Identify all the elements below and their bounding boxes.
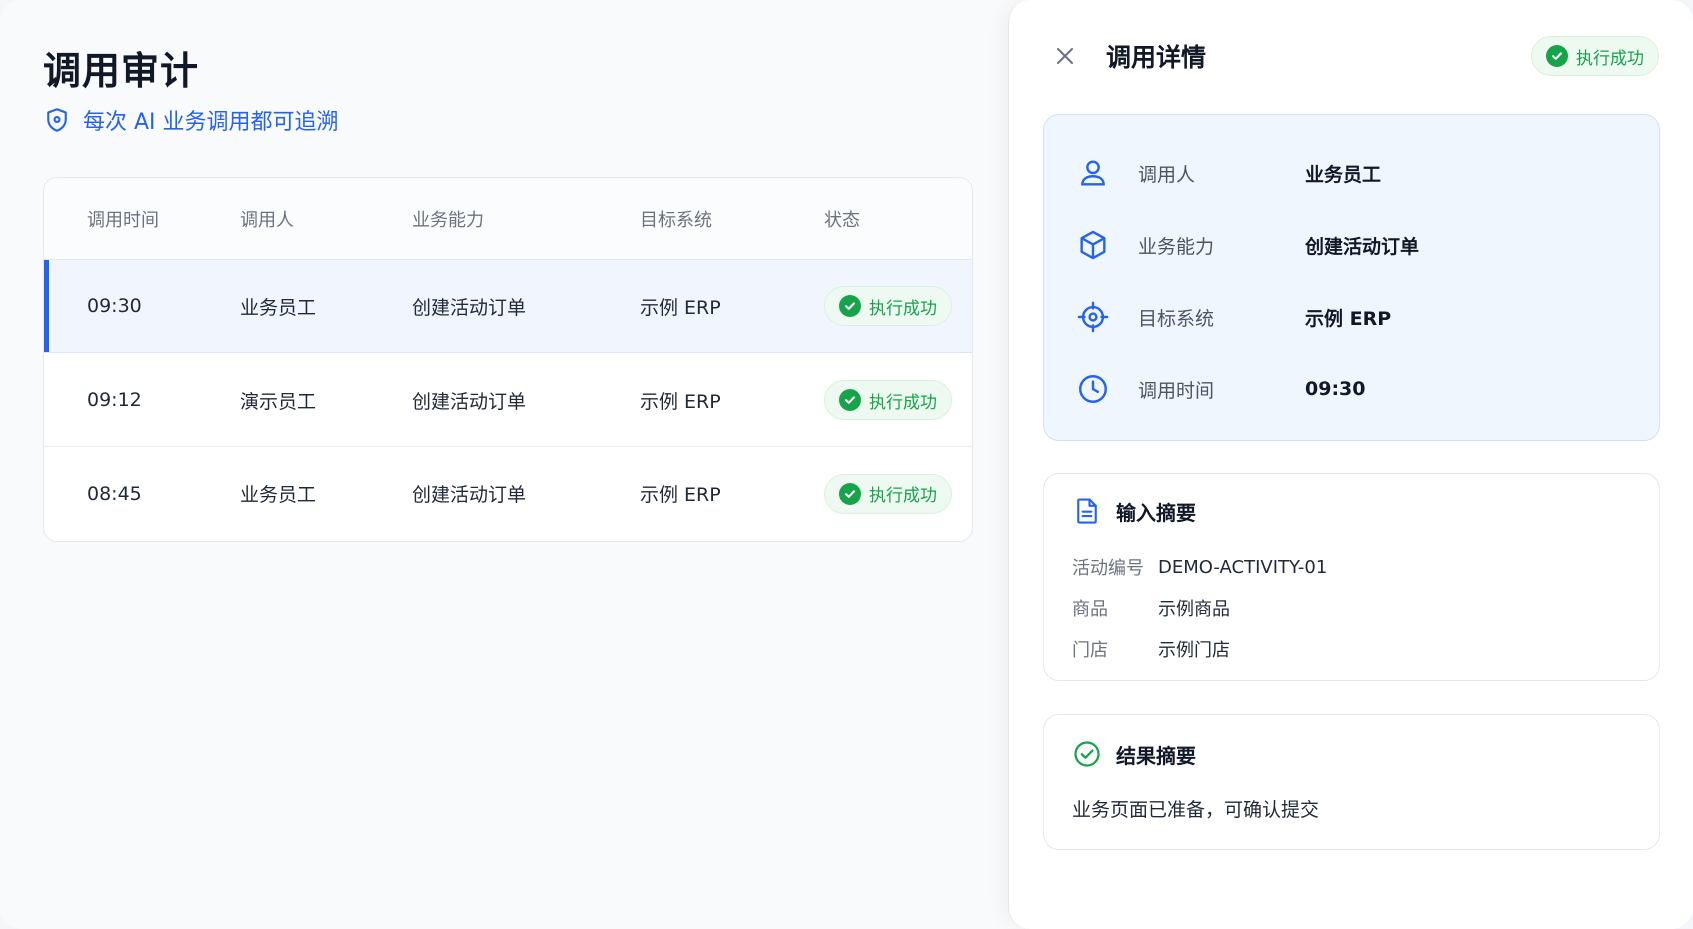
cube-icon: [1080, 230, 1106, 260]
info-label: 调用人: [1138, 163, 1196, 186]
column-header-capability: 业务能力: [412, 209, 484, 231]
column-header-status: 状态: [824, 209, 860, 231]
cell-system: 示例 ERP: [640, 484, 721, 506]
clock-icon: [1079, 375, 1107, 403]
result-summary-header: 结果摘要: [1072, 737, 1196, 771]
cell-capability: 创建活动订单: [412, 390, 527, 413]
input-field-row: 门店 示例门店: [1072, 633, 1230, 665]
result-summary-title: 结果摘要: [1116, 743, 1196, 768]
column-header-system: 目标系统: [640, 209, 712, 231]
check-circle-icon: [839, 482, 861, 505]
shield-icon: [47, 108, 67, 132]
info-value: 示例 ERP: [1305, 307, 1392, 330]
info-value: 09:30: [1305, 378, 1366, 400]
status-badge: 执行成功: [824, 473, 952, 514]
cell-system: 示例 ERP: [640, 296, 721, 319]
column-header-time: 调用时间: [87, 209, 159, 231]
info-row-system: 目标系统 示例 ERP: [1044, 287, 1659, 347]
check-circle-icon: [839, 295, 861, 317]
info-row-caller: 调用人 业务员工: [1044, 143, 1659, 203]
info-label: 业务能力: [1138, 235, 1215, 258]
input-field-row: 商品 示例商品: [1072, 592, 1230, 624]
table-row[interactable]: 09:12 演示员工 创建活动订单 示例 ERP 执行成功: [44, 354, 972, 447]
input-summary-title: 输入摘要: [1116, 500, 1196, 525]
cell-system: 示例 ERP: [640, 390, 721, 413]
status-badge: 执行成功: [824, 286, 952, 326]
status-text: 执行成功: [869, 486, 937, 506]
result-summary-text: 业务页面已准备，可确认提交: [1072, 799, 1320, 821]
detail-panel: 调用详情 执行成功 调用人 业务员工 业务能力 创建活动订单 目标系统 示例 E…: [1008, 0, 1693, 929]
cell-status: 执行成功: [824, 260, 952, 352]
result-summary-card: 结果摘要 业务页面已准备，可确认提交: [1043, 714, 1660, 850]
input-field-value: DEMO-ACTIVITY-01: [1158, 556, 1328, 578]
cell-caller: 业务员工: [240, 484, 317, 506]
input-field-row: 活动编号 DEMO-ACTIVITY-01: [1072, 551, 1327, 583]
table-header: 调用时间 调用人 业务能力 目标系统 状态: [44, 178, 972, 260]
status-text: 执行成功: [1576, 48, 1644, 69]
check-circle-icon: [1546, 45, 1568, 67]
info-value: 创建活动订单: [1305, 235, 1420, 258]
audit-list-pane: 调用审计 每次 AI 业务调用都可追溯 调用时间 调用人 业务能力 目标系统 状…: [0, 0, 1008, 929]
audit-app: 调用审计 每次 AI 业务调用都可追溯 调用时间 调用人 业务能力 目标系统 状…: [0, 0, 1693, 929]
cell-time: 08:45: [87, 482, 142, 505]
call-info-card: 调用人 业务员工 业务能力 创建活动订单 目标系统 示例 ERP 调用时间 09…: [1043, 114, 1660, 441]
table-row[interactable]: 08:45 业务员工 创建活动订单 示例 ERP 执行成功: [44, 447, 972, 540]
info-row-time: 调用时间 09:30: [1044, 359, 1659, 419]
column-header-caller: 调用人: [240, 209, 294, 231]
close-icon: [1057, 48, 1073, 64]
input-field-key: 商品: [1072, 599, 1108, 620]
traceability-subtitle: 每次 AI 业务调用都可追溯: [43, 104, 339, 136]
cell-status: 执行成功: [824, 447, 952, 540]
input-field-key: 活动编号: [1072, 558, 1144, 579]
status-badge: 执行成功: [824, 380, 952, 420]
input-field-value: 示例商品: [1158, 599, 1230, 620]
info-label: 目标系统: [1138, 307, 1215, 330]
subtitle-text: 每次 AI 业务调用都可追溯: [83, 110, 339, 135]
input-summary-header: 输入摘要: [1072, 494, 1196, 528]
status-text: 执行成功: [869, 298, 937, 319]
info-label: 调用时间: [1138, 379, 1215, 402]
input-summary-card: 输入摘要 活动编号 DEMO-ACTIVITY-01 商品 示例商品 门店 示例…: [1043, 473, 1660, 681]
detail-status: 执行成功: [1531, 36, 1659, 76]
info-row-capability: 业务能力 创建活动订单: [1044, 215, 1659, 275]
input-field-value: 示例门店: [1158, 640, 1230, 661]
page-title: 调用审计: [43, 49, 200, 93]
audit-table: 调用时间 调用人 业务能力 目标系统 状态 09:30 业务员工 创建活动订单 …: [43, 177, 973, 542]
cell-time: 09:12: [87, 389, 142, 411]
user-icon: [1081, 160, 1105, 186]
status-text: 执行成功: [869, 392, 937, 413]
check-circle-icon: [839, 389, 861, 411]
cell-caller: 演示员工: [240, 390, 317, 413]
cell-time: 09:30: [87, 295, 142, 317]
cell-caller: 业务员工: [240, 296, 317, 319]
target-icon: [1077, 301, 1109, 333]
info-value: 业务员工: [1305, 163, 1382, 186]
panel-title: 调用详情: [1106, 43, 1207, 72]
status-badge: 执行成功: [1531, 36, 1659, 76]
check-circle-outline-icon: [1074, 741, 1100, 767]
close-button[interactable]: [1049, 40, 1081, 72]
document-icon: [1077, 498, 1097, 524]
cell-status: 执行成功: [824, 354, 952, 446]
cell-capability: 创建活动订单: [412, 296, 527, 319]
cell-capability: 创建活动订单: [412, 484, 527, 506]
input-field-key: 门店: [1072, 640, 1108, 661]
table-row-selected[interactable]: 09:30 业务员工 创建活动订单 示例 ERP 执行成功: [44, 260, 972, 353]
